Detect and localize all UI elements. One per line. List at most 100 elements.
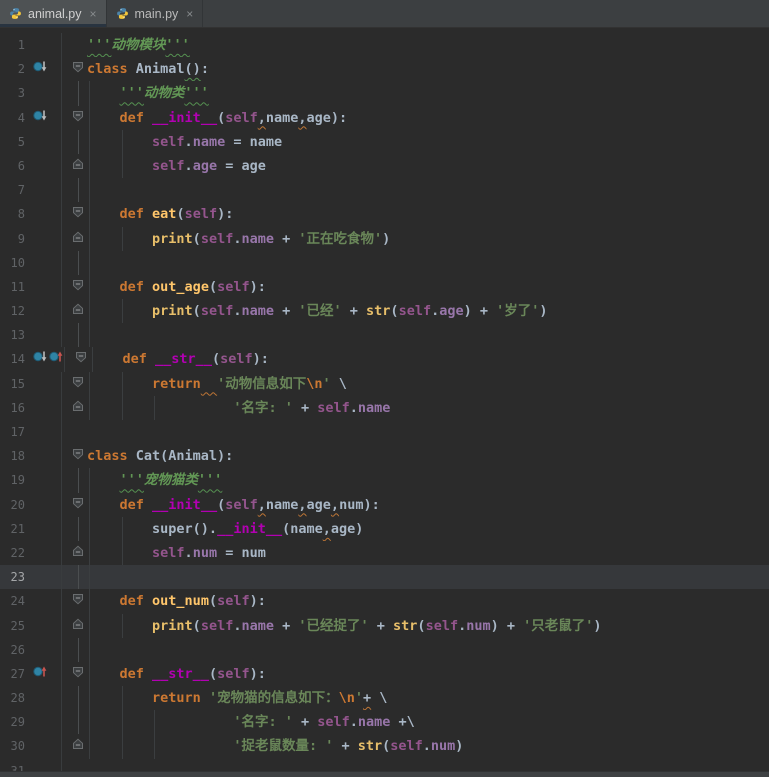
close-tab-icon[interactable]: × — [186, 7, 193, 21]
line-number: 17 — [0, 420, 30, 444]
code-text[interactable]: super().__init__(name,age) — [87, 517, 769, 541]
code-line-row[interactable]: 21 super().__init__(name,age) — [0, 517, 769, 541]
tab-main-py[interactable]: main.py× — [107, 0, 204, 27]
code-line-row[interactable]: 5 self.name = name — [0, 130, 769, 154]
overridden-method-marker-icon[interactable] — [33, 57, 48, 81]
code-text[interactable]: class Animal(): — [87, 57, 769, 81]
code-text[interactable]: self.name = name — [87, 130, 769, 154]
code-text[interactable] — [87, 178, 769, 202]
code-text[interactable]: print(self.name + '已经捉了' + str(self.num)… — [87, 614, 769, 638]
code-text[interactable]: print(self.name + '正在吃食物') — [87, 227, 769, 251]
code-text[interactable] — [87, 323, 769, 347]
fold-collapse-icon[interactable] — [72, 202, 84, 226]
code-text[interactable]: def out_age(self): — [87, 275, 769, 299]
line-number: 18 — [0, 444, 30, 468]
code-line-row[interactable]: 22 self.num = num — [0, 541, 769, 565]
code-text[interactable]: self.num = num — [87, 541, 769, 565]
code-line-row[interactable]: 24 def out_num(self): — [0, 589, 769, 613]
code-line-row[interactable]: 13 — [0, 323, 769, 347]
fold-collapse-icon[interactable] — [72, 493, 84, 517]
code-line-row[interactable]: 28 return '宠物猫的信息如下：\n'+ \ — [0, 686, 769, 710]
code-text[interactable]: '捉老鼠数量: ' + str(self.num) — [87, 734, 769, 758]
overrides-parent-marker-icon[interactable] — [49, 347, 64, 371]
code-line-row[interactable]: 29 '名字: ' + self.name +\ — [0, 710, 769, 734]
code-line-row[interactable]: 10 — [0, 251, 769, 275]
code-line-row[interactable]: 4 def __init__(self,name,age): — [0, 106, 769, 130]
fold-collapse-icon[interactable] — [72, 106, 84, 130]
fold-collapse-icon[interactable] — [72, 396, 84, 420]
code-text[interactable]: def __str__(self): — [90, 347, 769, 371]
overridden-method-marker-icon[interactable] — [33, 106, 48, 130]
fold-collapse-icon[interactable] — [72, 589, 84, 613]
overridden-method-marker-icon[interactable] — [33, 347, 48, 371]
fold-collapse-icon[interactable] — [72, 614, 84, 638]
fold-collapse-icon[interactable] — [72, 154, 84, 178]
code-text[interactable] — [87, 420, 769, 444]
code-text[interactable]: '''动物类''' — [87, 81, 769, 105]
fold-column — [62, 517, 87, 541]
fold-collapse-icon[interactable] — [72, 227, 84, 251]
code-text[interactable] — [87, 759, 769, 771]
code-line-row[interactable]: 26 — [0, 638, 769, 662]
fold-collapse-icon[interactable] — [72, 541, 84, 565]
fold-collapse-icon[interactable] — [72, 57, 84, 81]
code-line-row[interactable]: 17 — [0, 420, 769, 444]
code-line-row[interactable]: 16 '名字: ' + self.name — [0, 396, 769, 420]
code-text[interactable]: '名字: ' + self.name +\ — [87, 710, 769, 734]
code-line-row[interactable]: 7 — [0, 178, 769, 202]
fold-collapse-icon[interactable] — [72, 275, 84, 299]
code-token: . — [185, 134, 193, 150]
fold-collapse-icon[interactable] — [72, 299, 84, 323]
code-text[interactable]: def eat(self): — [87, 202, 769, 226]
code-token: , — [298, 110, 306, 126]
fold-collapse-icon[interactable] — [75, 347, 87, 371]
code-text[interactable]: class Cat(Animal): — [87, 444, 769, 468]
code-text[interactable]: def out_num(self): — [87, 589, 769, 613]
code-line-row[interactable]: 19 '''宠物猫类''' — [0, 468, 769, 492]
code-text[interactable]: '名字: ' + self.name — [87, 396, 769, 420]
code-line-row[interactable]: 30 '捉老鼠数量: ' + str(self.num) — [0, 734, 769, 758]
code-line-row[interactable]: 23 — [0, 565, 769, 589]
code-text[interactable]: print(self.name + '已经' + str(self.age) +… — [87, 299, 769, 323]
code-text[interactable]: self.age = age — [87, 154, 769, 178]
code-token: + — [293, 400, 317, 416]
code-text[interactable]: return '宠物猫的信息如下：\n'+ \ — [87, 686, 769, 710]
code-line-row[interactable]: 27 def __str__(self): — [0, 662, 769, 686]
code-token: ): — [250, 279, 266, 295]
line-number: 1 — [0, 33, 30, 57]
code-line-row[interactable]: 18 class Cat(Animal): — [0, 444, 769, 468]
code-text[interactable]: return '动物信息如下\n' \ — [87, 372, 769, 396]
code-text[interactable]: def __str__(self): — [87, 662, 769, 686]
code-text[interactable] — [87, 638, 769, 662]
code-line-row[interactable]: 15 return '动物信息如下\n' \ — [0, 372, 769, 396]
code-line-row[interactable]: 9 print(self.name + '正在吃食物') — [0, 227, 769, 251]
code-text[interactable] — [87, 565, 769, 589]
tab-animal-py[interactable]: animal.py× — [0, 0, 107, 27]
code-token: return — [152, 690, 201, 706]
fold-collapse-icon[interactable] — [72, 734, 84, 758]
code-line-row[interactable]: 25 print(self.name + '已经捉了' + str(self.n… — [0, 614, 769, 638]
fold-collapse-icon[interactable] — [72, 372, 84, 396]
code-line-row[interactable]: 3 '''动物类''' — [0, 81, 769, 105]
code-line-row[interactable]: 8 def eat(self): — [0, 202, 769, 226]
code-line-row[interactable]: 20 def __init__(self,name,age,num): — [0, 493, 769, 517]
code-line-row[interactable]: 31 — [0, 759, 769, 771]
code-text[interactable]: def __init__(self,name,age,num): — [87, 493, 769, 517]
fold-collapse-icon[interactable] — [72, 662, 84, 686]
code-line-row[interactable]: 2 class Animal(): — [0, 57, 769, 81]
code-text[interactable]: '''动物模块''' — [87, 33, 769, 57]
code-line-row[interactable]: 12 print(self.name + '已经' + str(self.age… — [0, 299, 769, 323]
code-text[interactable]: '''宠物猫类''' — [87, 468, 769, 492]
code-text[interactable] — [87, 251, 769, 275]
code-line-row[interactable]: 11 def out_age(self): — [0, 275, 769, 299]
code-line-row[interactable]: 14 def __str__(self): — [0, 347, 769, 371]
code-token — [87, 738, 233, 754]
fold-collapse-icon[interactable] — [72, 444, 84, 468]
code-editor[interactable]: 1 '''动物模块'''2 class Animal():3 '''动物类'''4… — [0, 28, 769, 771]
code-token — [87, 472, 120, 488]
code-line-row[interactable]: 1 '''动物模块''' — [0, 33, 769, 57]
close-tab-icon[interactable]: × — [90, 7, 97, 21]
overrides-parent-marker-icon[interactable] — [33, 662, 48, 686]
code-text[interactable]: def __init__(self,name,age): — [87, 106, 769, 130]
code-line-row[interactable]: 6 self.age = age — [0, 154, 769, 178]
